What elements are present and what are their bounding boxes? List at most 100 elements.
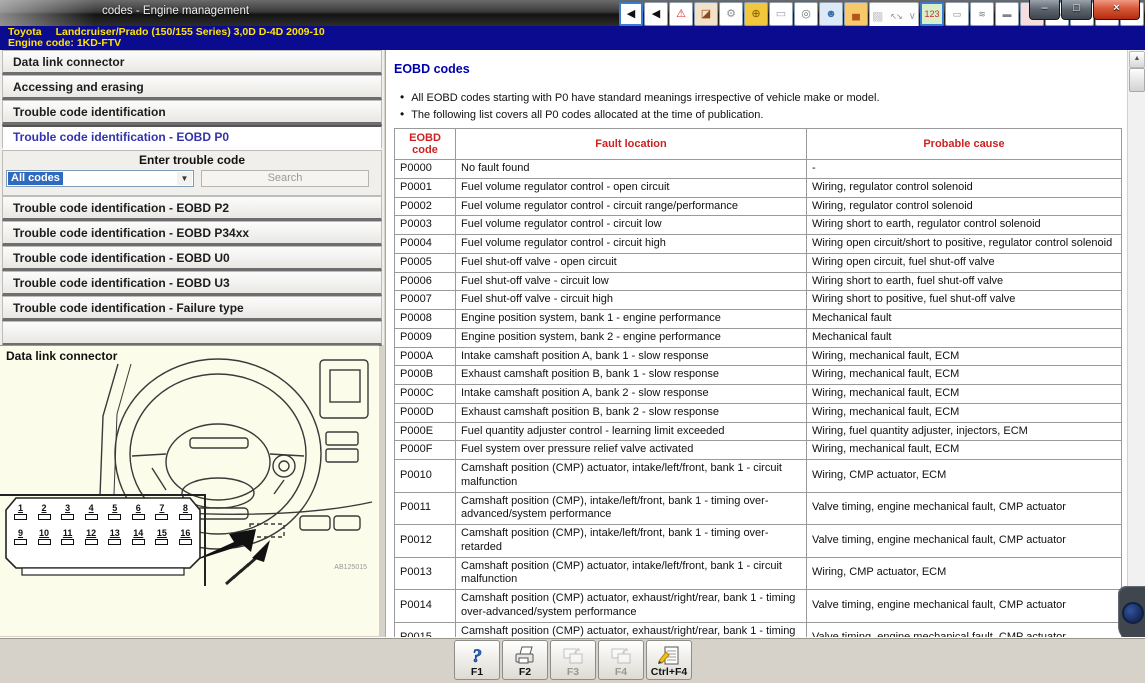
- trouble-code-combobox[interactable]: All codes ▼: [6, 170, 194, 187]
- sidebar-item[interactable]: Trouble code identification - EOBD P2: [2, 196, 382, 221]
- sidebar-item[interactable]: Trouble code identification - EOBD P0: [2, 125, 382, 150]
- connector-pin: 13: [108, 529, 121, 545]
- table-row: P0001 Fuel volume regulator control - op…: [395, 178, 1122, 197]
- page-title: EOBD codes: [394, 62, 470, 76]
- cell-fault-location: Fuel volume regulator control - circuit …: [456, 216, 807, 235]
- first-page-icon[interactable]: ◀: [619, 2, 643, 26]
- image-prev-button[interactable]: F3: [550, 640, 596, 680]
- table-row: P0007 Fuel shut-off valve - circuit high…: [395, 291, 1122, 310]
- tools-icon[interactable]: ⚙: [719, 2, 743, 26]
- table-row: P0004 Fuel volume regulator control - ci…: [395, 235, 1122, 254]
- table-row: P0006 Fuel shut-off valve - circuit low …: [395, 272, 1122, 291]
- diagram-title: Data link connector: [6, 349, 117, 363]
- images-icon: [561, 645, 585, 667]
- door-panel-icon[interactable]: ▭: [945, 2, 969, 26]
- combobox-dropdown-icon[interactable]: ▼: [177, 172, 192, 185]
- users-icon[interactable]: ☻: [819, 2, 843, 26]
- content-scrollbar[interactable]: ▲ ▼: [1127, 50, 1145, 638]
- landscape-icon[interactable]: ▄: [844, 2, 868, 26]
- vehicle-header: ToyotaLandcruiser/Prado (150/155 Series)…: [0, 26, 1145, 50]
- cell-fault-location: Engine position system, bank 1 - engine …: [456, 310, 807, 329]
- cell-code: P0013: [395, 557, 456, 590]
- help-icon: ?: [466, 645, 488, 667]
- cell-probable-cause: Wiring short to positive, fuel shut-off …: [807, 291, 1122, 310]
- maximize-button[interactable]: □: [1061, 0, 1092, 20]
- cell-probable-cause: Wiring, CMP actuator, ECM: [807, 460, 1122, 493]
- cell-probable-cause: Valve timing, engine mechanical fault, C…: [807, 525, 1122, 558]
- counter-123-icon[interactable]: 123: [920, 2, 944, 26]
- wrench-icon[interactable]: ≋: [970, 2, 994, 26]
- cell-code: P0005: [395, 253, 456, 272]
- search-button[interactable]: Search: [201, 170, 369, 187]
- image-icon[interactable]: ◪: [694, 2, 718, 26]
- engine-code: Engine code: 1KD-FTV: [8, 38, 1145, 49]
- cell-fault-location: Fuel volume regulator control - circuit …: [456, 235, 807, 254]
- scrollbar-thumb[interactable]: [1129, 68, 1145, 92]
- table-row: P0015 Camshaft position (CMP) actuator, …: [395, 622, 1122, 638]
- cell-probable-cause: Mechanical fault: [807, 328, 1122, 347]
- sidebar-item[interactable]: Accessing and erasing: [2, 75, 382, 100]
- cell-fault-location: Intake camshaft position A, bank 2 - slo…: [456, 385, 807, 404]
- table-row: P000F Fuel system over pressure relief v…: [395, 441, 1122, 460]
- title-bar: codes - Engine management ◀◀⚠◪⚙⊕▭◎☻▄ ▩ ↖…: [0, 0, 1145, 27]
- cell-probable-cause: Valve timing, engine mechanical fault, C…: [807, 590, 1122, 623]
- minimize-button[interactable]: –: [1029, 0, 1060, 20]
- help-button[interactable]: ? F1: [454, 640, 500, 680]
- sidebar-item[interactable]: Trouble code identification - EOBD U0: [2, 246, 382, 271]
- diagram-watermark: AB125015: [334, 564, 367, 571]
- dock-handle[interactable]: [1118, 586, 1145, 642]
- sidebar-item[interactable]: Data link connector: [2, 50, 382, 75]
- sidebar-nav: Data link connectorAccessing and erasing…: [0, 50, 384, 345]
- warning-triangle-icon[interactable]: ⚠: [669, 2, 693, 26]
- notes-button[interactable]: Ctrl+F4: [646, 640, 692, 680]
- column-header-code: EOBD code: [395, 129, 456, 160]
- close-button[interactable]: ×: [1093, 0, 1140, 20]
- sidebar-item[interactable]: Trouble code identification: [2, 100, 382, 125]
- cell-probable-cause: Wiring, mechanical fault, ECM: [807, 385, 1122, 404]
- connector-pin: 14: [132, 529, 145, 545]
- cell-probable-cause: Wiring open circuit, fuel shut-off valve: [807, 253, 1122, 272]
- cell-code: P000B: [395, 366, 456, 385]
- cell-fault-location: Camshaft position (CMP) actuator, exhaus…: [456, 622, 807, 638]
- connector-pin: 11: [61, 529, 74, 545]
- column-header-fault-location: Fault location: [456, 129, 807, 160]
- cell-probable-cause: Wiring, mechanical fault, ECM: [807, 441, 1122, 460]
- cell-fault-location: Fuel volume regulator control - open cir…: [456, 178, 807, 197]
- sidebar-item[interactable]: [2, 321, 382, 346]
- table-row: P0014 Camshaft position (CMP) actuator, …: [395, 590, 1122, 623]
- table-row: P000A Intake camshaft position A, bank 1…: [395, 347, 1122, 366]
- intro-bullets: All EOBD codes starting with P0 have sta…: [400, 90, 880, 124]
- cell-probable-cause: Wiring, regulator control solenoid: [807, 178, 1122, 197]
- cell-probable-cause: Wiring, regulator control solenoid: [807, 197, 1122, 216]
- back-icon[interactable]: ◀: [644, 2, 668, 26]
- sidebar-item[interactable]: Trouble code identification - EOBD P34xx: [2, 221, 382, 246]
- cell-code: P0004: [395, 235, 456, 254]
- mouse-icon[interactable]: ▭: [769, 2, 793, 26]
- table-row: P0009 Engine position system, bank 2 - e…: [395, 328, 1122, 347]
- data-link-connector-diagram: Data link connector 12345678 91011121314…: [0, 345, 379, 636]
- combobox-value: All codes: [8, 172, 63, 185]
- printer-icon: [513, 645, 537, 667]
- cell-fault-location: Camshaft position (CMP) actuator, intake…: [456, 460, 807, 493]
- bullet-item: All EOBD codes starting with P0 have sta…: [400, 90, 880, 104]
- table-row: P0000 No fault found -: [395, 160, 1122, 179]
- cell-code: P000A: [395, 347, 456, 366]
- steering-wheel-icon[interactable]: ◎: [794, 2, 818, 26]
- cell-code: P0007: [395, 291, 456, 310]
- print-button[interactable]: F2: [502, 640, 548, 680]
- cell-code: P000F: [395, 441, 456, 460]
- column-header-probable-cause: Probable cause: [807, 129, 1122, 160]
- function-key-bar: ? F1 F2 F3: [0, 637, 1145, 683]
- cell-fault-location: Fuel shut-off valve - circuit high: [456, 291, 807, 310]
- car-icon[interactable]: ▬: [995, 2, 1019, 26]
- scroll-up-button[interactable]: ▲: [1129, 51, 1145, 68]
- connector-pins-bottom: 910111213141516: [14, 529, 192, 545]
- cell-probable-cause: Wiring, mechanical fault, ECM: [807, 403, 1122, 422]
- cell-fault-location: Intake camshaft position A, bank 1 - slo…: [456, 347, 807, 366]
- globe-icon[interactable]: ⊕: [744, 2, 768, 26]
- connector-pin: 10: [38, 529, 51, 545]
- sidebar-item[interactable]: Trouble code identification - Failure ty…: [2, 296, 382, 321]
- image-next-button[interactable]: F4: [598, 640, 644, 680]
- sidebar-item[interactable]: Trouble code identification - EOBD U3: [2, 271, 382, 296]
- cell-code: P0014: [395, 590, 456, 623]
